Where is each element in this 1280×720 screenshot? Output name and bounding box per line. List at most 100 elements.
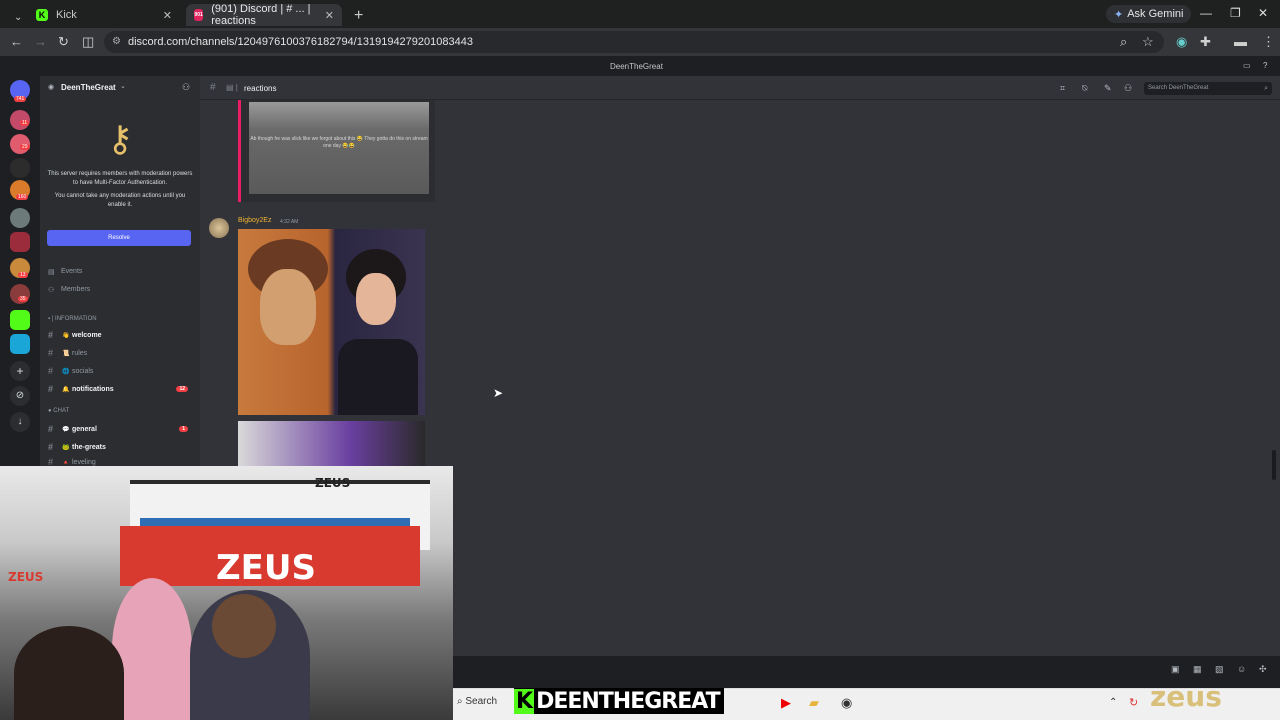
inbox-icon[interactable]: ▭ <box>1243 61 1251 70</box>
tab-search-menu-icon[interactable]: ⌄ <box>6 6 22 28</box>
sidebar-icon[interactable]: ◫ <box>82 34 94 50</box>
members-link[interactable]: Members <box>61 286 90 293</box>
resolve-button[interactable]: Resolve <box>47 230 191 246</box>
tab-discord[interactable]: 901 (901) Discord | # ... | reactions ✕ <box>186 3 342 27</box>
avatar[interactable] <box>209 218 229 238</box>
extension-icon[interactable]: ◉ <box>1176 34 1187 50</box>
ask-gemini-button[interactable]: ✦ Ask Gemini <box>1106 5 1192 23</box>
taskbar-search[interactable]: ⌕ Search <box>457 696 497 707</box>
tab-label: (901) Discord | # ... | reactions <box>211 3 311 27</box>
channel-name: socials <box>72 367 94 375</box>
server-badge: 29 <box>20 144 30 150</box>
file-explorer-icon[interactable]: ▰ <box>809 695 819 711</box>
help-icon[interactable]: ? <box>1263 61 1267 70</box>
site-info-icon[interactable]: ⚙ <box>112 36 121 47</box>
search-icon: ⌕ <box>1264 85 1268 92</box>
close-window-icon[interactable]: ✕ <box>1258 6 1268 20</box>
back-icon[interactable]: ← <box>10 34 23 49</box>
search-input[interactable]: Search DeenTheGreat ⌕ <box>1144 82 1272 95</box>
kick-logo-icon: K <box>514 688 535 714</box>
download-icon[interactable]: ↓ <box>10 412 30 432</box>
extensions-puzzle-icon[interactable]: ✚ <box>1200 34 1211 50</box>
scrollbar[interactable] <box>1272 450 1276 480</box>
mention-count-badge: 1 <box>179 426 188 432</box>
channel-emoji-icon: 📜 <box>62 350 70 357</box>
close-tab-icon[interactable]: ✕ <box>163 9 172 22</box>
minimize-icon[interactable]: — <box>1200 6 1212 20</box>
message-timestamp: 4:32 AM <box>280 219 299 225</box>
server-icon[interactable] <box>10 208 30 228</box>
channel-leveling[interactable]: # 🔺 leveling <box>48 458 196 466</box>
profile-icon[interactable]: ▬ <box>1234 34 1247 49</box>
search-placeholder: Search DeenTheGreat <box>1148 85 1209 91</box>
browser-tab-bar: ⌄ K Kick ✕ 901 (901) Discord | # ... | r… <box>0 0 1280 28</box>
attachment-image[interactable] <box>238 421 425 467</box>
server-name[interactable]: DeenTheGreat <box>61 83 116 92</box>
pin-icon[interactable]: ✎ <box>1104 83 1112 94</box>
events-link[interactable]: Events <box>61 268 82 275</box>
invite-icon[interactable]: ⚇ <box>182 82 190 93</box>
channel-name: welcome <box>72 331 102 339</box>
youtube-icon[interactable]: ▶ <box>781 695 791 711</box>
channel-sidebar: ◉ DeenTheGreat ⌄ ⚇ ⚷ This server require… <box>40 76 200 466</box>
address-bar[interactable]: ⚙ discord.com/channels/12049761003761827… <box>104 31 1164 53</box>
category-information[interactable]: ▪ | INFORMATION <box>48 316 97 322</box>
channel-welcome[interactable]: # 👋 welcome <box>48 328 196 342</box>
zeus-watermark-logo: zeus <box>1150 680 1222 713</box>
channel-notifications[interactable]: # 🔔 notifications 12 <box>48 382 196 396</box>
apps-icon[interactable]: ✣ <box>1259 664 1267 675</box>
message-author[interactable]: Bigboy2Ez <box>238 217 271 224</box>
server-badge: 11 <box>20 120 30 126</box>
add-server-icon[interactable]: + <box>10 361 30 381</box>
app-icon[interactable]: ◉ <box>841 695 852 711</box>
channel-socials[interactable]: # 🌐 socials <box>48 364 196 378</box>
member-list-icon[interactable]: ⚇ <box>1124 83 1132 94</box>
browser-menu-icon[interactable]: ⋮ <box>1262 34 1275 50</box>
channel-name: general <box>72 425 97 433</box>
server-icon-active[interactable] <box>10 232 30 252</box>
hash-icon: # <box>48 348 54 358</box>
close-tab-icon[interactable]: ✕ <box>325 9 334 22</box>
channel-rules[interactable]: # 📜 rules <box>48 346 196 360</box>
mfa-notice: ⚷ This server requires members with mode… <box>45 112 195 210</box>
channel-the-greats[interactable]: # 🐸 the-greats <box>48 440 196 454</box>
threads-icon[interactable]: ⌗ <box>1060 83 1065 94</box>
channel-general[interactable]: # 💬 general 1 <box>48 422 196 436</box>
gift-icon[interactable]: ▣ <box>1171 664 1180 675</box>
mention-count-badge: 12 <box>176 386 188 392</box>
channel-header: # ▤ | reactions ⌗ ⍉ ✎ ⚇ Search DeenTheGr… <box>200 76 1280 100</box>
server-icon[interactable] <box>10 334 30 354</box>
server-rail: 741 11 29 160 13 35 + ⊘ ↓ <box>0 76 40 466</box>
channel-emoji-icon: 👋 <box>62 332 70 339</box>
image-content <box>356 273 396 325</box>
key-icon: ⚷ <box>106 118 134 159</box>
chevron-down-icon[interactable]: ⌄ <box>120 82 126 90</box>
category-chat[interactable]: ● CHAT <box>48 408 69 414</box>
tab-label: Kick <box>56 9 77 21</box>
sticker-icon[interactable]: ▧ <box>1215 664 1224 675</box>
zoom-icon[interactable]: ⌕ <box>1120 34 1127 50</box>
maximize-icon[interactable]: ❐ <box>1230 6 1241 20</box>
forward-icon[interactable]: → <box>34 34 47 49</box>
tab-kick[interactable]: K Kick ✕ <box>28 4 180 26</box>
video-embed[interactable]: Ab though he was slick like we forgot ab… <box>238 100 435 202</box>
new-tab-button[interactable]: + <box>346 5 363 27</box>
attachment-image[interactable] <box>238 229 425 415</box>
reload-icon[interactable]: ↻ <box>58 34 69 50</box>
taskbar-search-label: Search <box>465 696 498 707</box>
kick-favicon-icon: K <box>36 9 48 21</box>
tray-icon[interactable]: ↻ <box>1129 696 1138 709</box>
ask-gemini-label: Ask Gemini <box>1127 8 1184 20</box>
emoji-icon[interactable]: ☺ <box>1237 664 1246 674</box>
zeus-logo: ZEUS <box>8 570 44 584</box>
hash-icon: # <box>48 424 54 434</box>
server-icon[interactable] <box>10 158 30 178</box>
bookmark-star-icon[interactable]: ☆ <box>1142 34 1154 50</box>
server-icon[interactable] <box>10 310 30 330</box>
gemini-icon: ✦ <box>1114 8 1124 21</box>
gif-icon[interactable]: ▦ <box>1193 664 1202 675</box>
chevron-up-icon[interactable]: ⌃ <box>1109 697 1117 708</box>
embed-caption: Ab though he was slick like we forgot ab… <box>250 136 428 149</box>
explore-icon[interactable]: ⊘ <box>10 386 30 406</box>
notification-bell-icon[interactable]: ⍉ <box>1082 83 1087 94</box>
